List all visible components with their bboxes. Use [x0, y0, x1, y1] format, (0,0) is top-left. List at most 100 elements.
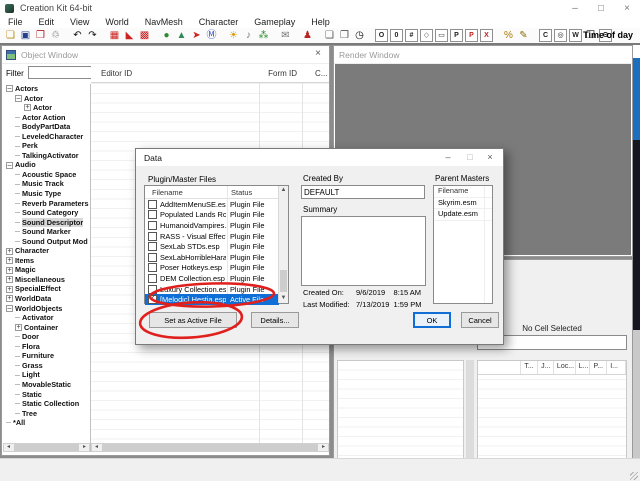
checkbox-checked[interactable]: ✓ [148, 295, 157, 304]
tree-item-sound-output-mod[interactable]: Sound Output Mod [3, 237, 90, 247]
menu-navmesh[interactable]: NavMesh [137, 17, 191, 27]
menu-file[interactable]: File [0, 17, 31, 27]
expand-icon[interactable]: + [6, 267, 13, 274]
tree-item-worldobjects[interactable]: –WorldObjects [3, 304, 90, 314]
cell-column-5[interactable]: I... [607, 361, 626, 374]
minimize-button[interactable]: – [568, 3, 582, 14]
collapse-icon[interactable]: – [6, 162, 13, 169]
tree-item-items[interactable]: +Items [3, 256, 90, 266]
pane-window-icon[interactable]: ▭ [435, 29, 448, 42]
tree-item-activator[interactable]: Activator [3, 313, 90, 323]
tree-item-container[interactable]: +Container [3, 323, 90, 333]
w-window-icon[interactable]: W [569, 29, 582, 42]
tree-item-static[interactable]: Static [3, 390, 90, 400]
plugin-row-humanoidvampires-esp[interactable]: HumanoidVampires.espPlugin File [145, 220, 279, 231]
sound-toggle-icon[interactable]: ♪ [242, 29, 255, 42]
tree-item--all[interactable]: *All [3, 418, 90, 428]
plugin-row--melodic-hestia-esp[interactable]: ✓[Melodic] Hestia.espActive File [145, 294, 279, 305]
navmesh-icon[interactable]: ♟ [301, 29, 314, 42]
menu-edit[interactable]: Edit [31, 17, 63, 27]
cell-column-2[interactable]: Loc... [554, 361, 576, 374]
landscape-edit-icon[interactable]: ▲ [175, 29, 188, 42]
menu-gameplay[interactable]: Gameplay [246, 17, 303, 27]
tree-item-character[interactable]: +Character [3, 246, 90, 256]
checkbox-unchecked[interactable] [148, 253, 157, 262]
tree-item-audio[interactable]: –Audio [3, 160, 90, 170]
circle-window-icon[interactable]: ◎ [554, 29, 567, 42]
cancel-button[interactable]: Cancel [461, 312, 499, 328]
cascade-windows-icon[interactable]: ❏ [323, 29, 336, 42]
tree-item-music-track[interactable]: Music Track [3, 179, 90, 189]
plugin-file-list[interactable]: Filename Status AddItemMenuSE.espPlugin … [144, 185, 289, 304]
cell-column-3[interactable]: L... [576, 361, 591, 374]
plugin-row-rass-visual-effects-[interactable]: RASS - Visual Effects...Plugin File [145, 231, 279, 242]
expand-icon[interactable]: + [6, 257, 13, 264]
delete-icon[interactable]: ♲ [49, 29, 62, 42]
plugin-row-sexlabhorribleharass-[interactable]: SexLabHorribleHarass...Plugin File [145, 252, 279, 263]
tree-item-actor-action[interactable]: Actor Action [3, 113, 90, 123]
grid-window-icon[interactable]: # [405, 29, 418, 42]
preview-window-icon[interactable]: P [450, 29, 463, 42]
markers-toggle-icon[interactable]: Ⓜ [205, 29, 218, 42]
menu-character[interactable]: Character [191, 17, 247, 27]
column-form-id[interactable]: Form ID [241, 69, 297, 78]
set-as-active-file-button[interactable]: Set as Active File [149, 312, 237, 328]
data-dialog-titlebar[interactable]: Data – □ × [136, 149, 503, 166]
cell-column-editor-id[interactable] [478, 361, 521, 374]
tile-windows-icon[interactable]: ❐ [338, 29, 351, 42]
tree-item-tree[interactable]: Tree [3, 409, 90, 419]
tree-item-worlddata[interactable]: +WorldData [3, 294, 90, 304]
tree-item-specialeffect[interactable]: +SpecialEffect [3, 284, 90, 294]
menu-world[interactable]: World [97, 17, 136, 27]
redo-icon[interactable]: ↷ [86, 29, 99, 42]
tree-item-grass[interactable]: Grass [3, 361, 90, 371]
tree-item-leveledcharacter[interactable]: LeveledCharacter [3, 132, 90, 142]
checkbox-unchecked[interactable] [148, 263, 157, 272]
summary-textarea[interactable] [301, 216, 426, 286]
parent-masters-list[interactable]: Filename Skyrim.esmUpdate.esm [433, 185, 493, 304]
preview-red-icon[interactable]: P [465, 29, 478, 42]
cell-column-1[interactable]: J... [538, 361, 554, 374]
list-hscrollbar[interactable]: ◂▸ [91, 443, 329, 452]
created-by-input[interactable] [301, 185, 425, 199]
checkbox-unchecked[interactable] [148, 210, 157, 219]
snap-to-grid-icon[interactable]: ▦ [108, 29, 121, 42]
tree-item-static-collection[interactable]: Static Collection [3, 399, 90, 409]
expand-icon[interactable]: + [24, 104, 31, 111]
plugin-row-populated-lands-roa-[interactable]: Populated Lands Roa...Plugin File [145, 210, 279, 221]
snap-to-angle-icon[interactable]: ◣ [123, 29, 136, 42]
tree-item-miscellaneous[interactable]: +Miscellaneous [3, 275, 90, 285]
expand-icon[interactable]: + [6, 276, 13, 283]
expand-icon[interactable]: + [6, 295, 13, 302]
save-icon[interactable]: ▣ [19, 29, 32, 42]
lights-toggle-icon[interactable]: ☀ [227, 29, 240, 42]
cube-window-icon[interactable]: ◇ [420, 29, 433, 42]
tree-item-reverb-parameters[interactable]: Reverb Parameters [3, 199, 90, 209]
tree-item-sound-marker[interactable]: Sound Marker [3, 227, 90, 237]
clock-icon[interactable]: ◷ [353, 29, 366, 42]
tree-item-bodypartdata[interactable]: BodyPartData [3, 122, 90, 132]
ok-button[interactable]: OK [413, 312, 451, 328]
tree-item-flora[interactable]: Flora [3, 342, 90, 352]
grass-toggle-icon[interactable]: ⁂ [257, 29, 270, 42]
undo-icon[interactable]: ↶ [71, 29, 84, 42]
dialog-close-button[interactable]: × [483, 152, 497, 162]
tree-item-talkingactivator[interactable]: TalkingActivator [3, 151, 90, 161]
tree-item-actor[interactable]: –Actor [3, 94, 90, 104]
tree-item-actor[interactable]: +Actor [3, 103, 90, 113]
cell-column-4[interactable]: P... [590, 361, 607, 374]
collapse-icon[interactable]: – [6, 305, 13, 312]
plugin-row-dem-collection-esp[interactable]: DEM Collection.espPlugin File [145, 273, 279, 284]
details-button[interactable]: Details... [251, 312, 299, 328]
checkbox-unchecked[interactable] [148, 232, 157, 241]
object-window-titlebar[interactable]: Object Window × [2, 46, 329, 64]
dialog-minimize-button[interactable]: – [441, 152, 455, 162]
cell-column-0[interactable]: T... [521, 361, 538, 374]
menu-view[interactable]: View [62, 17, 97, 27]
checkbox-unchecked[interactable] [148, 242, 157, 251]
tree-item-magic[interactable]: +Magic [3, 265, 90, 275]
tree-hscrollbar[interactable]: ◂▸ [3, 443, 90, 452]
plugin-row-poser-hotkeys-esp[interactable]: Poser Hotkeys.espPlugin File [145, 263, 279, 274]
open-file-icon[interactable]: ❏ [4, 29, 17, 42]
checkbox-unchecked[interactable] [148, 200, 157, 209]
